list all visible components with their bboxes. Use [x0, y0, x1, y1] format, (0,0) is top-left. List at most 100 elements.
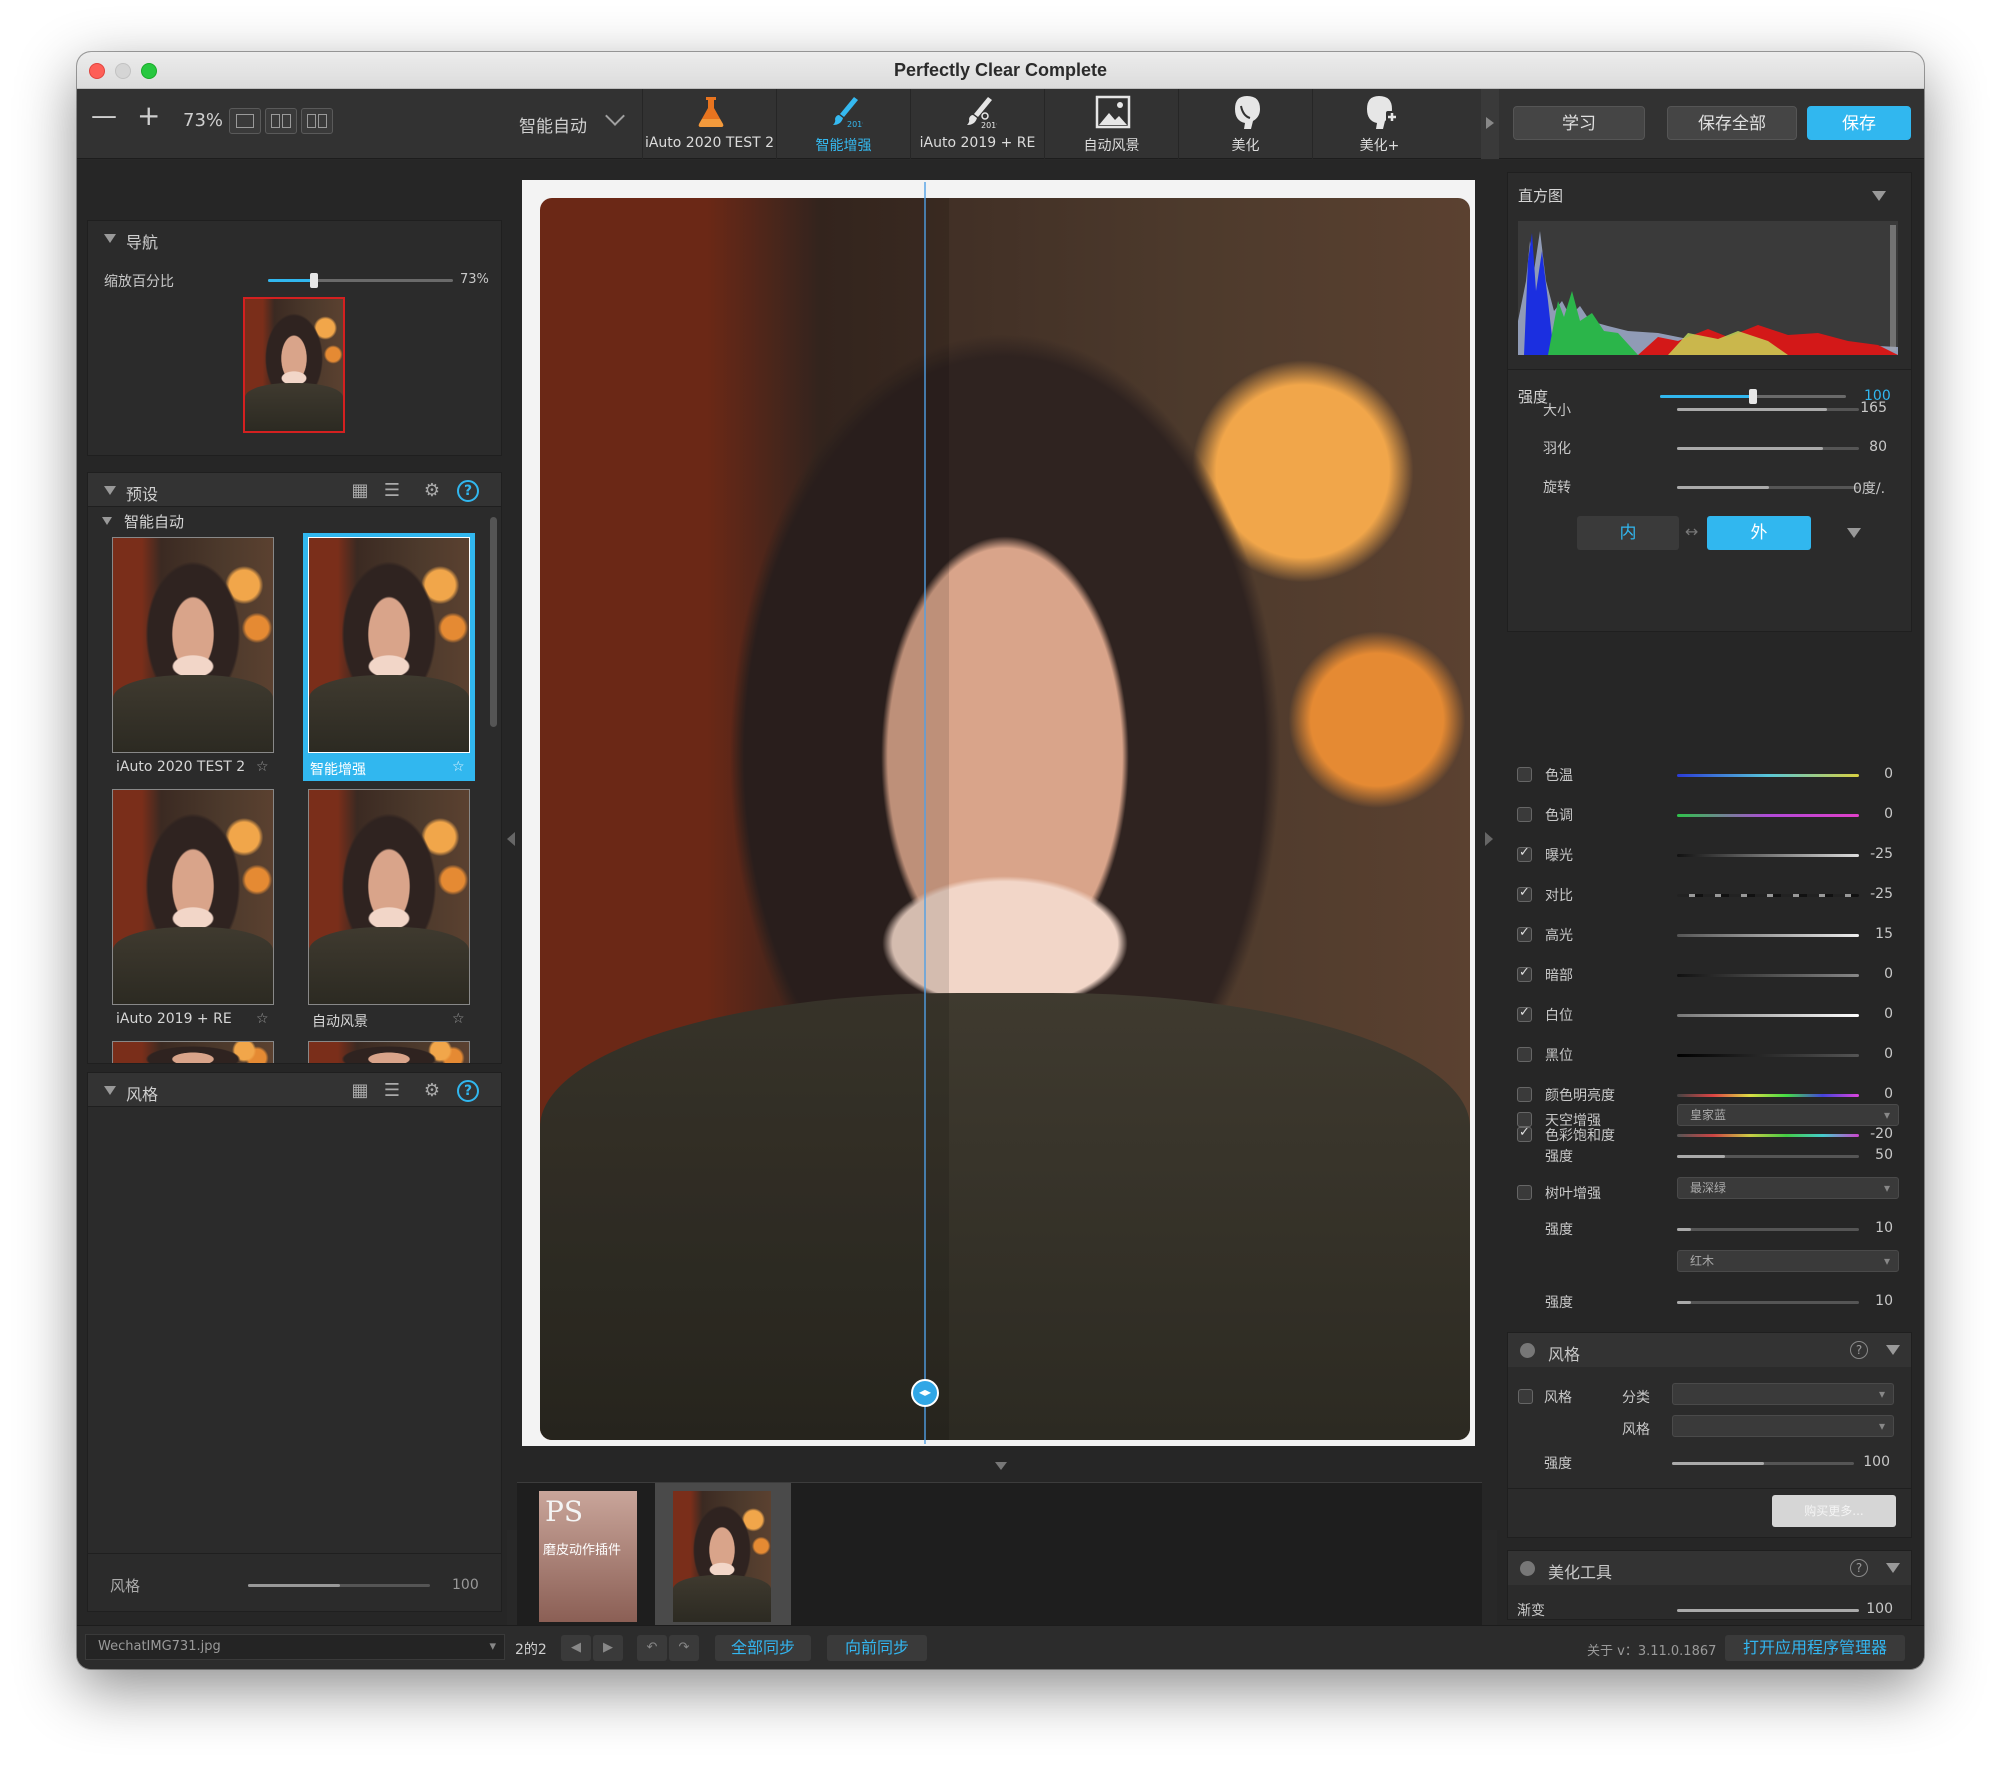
gear-icon[interactable]: ⚙: [421, 1080, 443, 1102]
star-icon[interactable]: ☆: [452, 759, 465, 775]
open-app-manager-button[interactable]: 打开应用程序管理器: [1725, 1635, 1905, 1661]
right-panel: 直方图 强度 100 大小 165 羽化 80 旋转 0度/. 内 ↔ 外 色温…: [1497, 160, 1924, 1625]
star-icon[interactable]: ☆: [452, 1011, 465, 1027]
film-thumb-1[interactable]: PS 磨皮动作插件: [539, 1491, 637, 1622]
presets-scrollbar[interactable]: [490, 517, 497, 727]
collapse-triangle-icon: [104, 234, 116, 243]
save-all-button[interactable]: 保存全部: [1667, 106, 1797, 140]
section-toggle-dot[interactable]: [1520, 1561, 1535, 1576]
left-panel: 导航 缩放百分比 73% 预设 ▦ ☰ ⚙ ? 智能自动 iAuto 2020 …: [77, 160, 507, 1625]
tool-smart-enhance[interactable]: 2019 智能增强: [776, 89, 910, 159]
foliage-strength-slider[interactable]: [1677, 1228, 1859, 1231]
sky-strength-slider[interactable]: [1677, 1155, 1859, 1158]
list-view-icon[interactable]: ☰: [381, 1080, 403, 1102]
style-category-select[interactable]: [1672, 1383, 1894, 1405]
toolbar: — + 73% 智能自动 iAuto 2020 TEST 2 2019 智能增强: [77, 89, 1924, 159]
star-icon[interactable]: ☆: [256, 1011, 269, 1027]
gear-icon[interactable]: ⚙: [421, 480, 443, 502]
presets-section: 预设 ▦ ☰ ⚙ ? 智能自动 iAuto 2020 TEST 2 ☆ 智能增强…: [87, 472, 502, 1064]
style-name-select[interactable]: [1672, 1415, 1894, 1437]
side-by-side-view-button[interactable]: [301, 108, 333, 134]
navigator-thumbnail[interactable]: [243, 297, 345, 433]
app-window: Perfectly Clear Complete — + 73% 智能自动 iA…: [77, 52, 1924, 1669]
preset-thumb-smart-enhance[interactable]: [308, 537, 470, 753]
preset-dropdown[interactable]: 智能自动: [519, 112, 587, 137]
presets-title: 预设: [126, 485, 159, 504]
side-by-side-icon: [318, 114, 327, 128]
collapse-right-panel-arrow[interactable]: [1485, 832, 1493, 846]
collapse-toolbar-button[interactable]: [1481, 89, 1499, 159]
navigation-header[interactable]: 导航: [88, 221, 501, 255]
tool-iauto-2019-re[interactable]: 2019 iAuto 2019 + RE: [910, 89, 1044, 159]
sky-strength-label: 强度: [1545, 1149, 1573, 1165]
preset-label: iAuto 2019 + RE: [116, 1011, 232, 1027]
sync-forward-button[interactable]: 向前同步: [827, 1635, 927, 1661]
sky-enhance-checkbox[interactable]: [1517, 1112, 1532, 1127]
sky-color-select[interactable]: 皇家蓝: [1677, 1104, 1899, 1126]
redo-icon[interactable]: ↷: [669, 1635, 699, 1661]
buy-more-button[interactable]: 购买更多...: [1772, 1495, 1896, 1527]
split-view-icon: [282, 114, 291, 128]
style-strength-slider[interactable]: [248, 1584, 430, 1587]
save-button[interactable]: 保存: [1807, 106, 1911, 140]
style-section-strength-slider[interactable]: [1672, 1462, 1854, 1465]
flask-icon: [698, 97, 724, 127]
tool-label: iAuto 2019 + RE: [919, 135, 1036, 151]
tool-iauto-2020[interactable]: iAuto 2020 TEST 2: [642, 89, 776, 159]
zoom-value: 73%: [460, 272, 489, 287]
compare-handle-icon[interactable]: ◂▸: [911, 1379, 939, 1407]
zoom-in-button[interactable]: +: [137, 99, 160, 132]
zoom-slider[interactable]: [268, 273, 453, 288]
help-icon[interactable]: ?: [457, 480, 479, 502]
help-icon[interactable]: ?: [457, 1080, 479, 1102]
help-icon[interactable]: ?: [1850, 1341, 1868, 1359]
zoom-slider-knob[interactable]: [310, 273, 319, 288]
style-section-strength-value: 100: [1863, 1454, 1890, 1470]
filmstrip: PS 磨皮动作插件: [517, 1482, 1482, 1632]
title-bar: Perfectly Clear Complete: [77, 52, 1924, 89]
foliage-color-select[interactable]: 最深绿: [1677, 1177, 1899, 1199]
styles-header[interactable]: 风格 ▦ ☰ ⚙ ?: [88, 1073, 501, 1107]
undo-icon[interactable]: ↶: [637, 1635, 667, 1661]
grid-view-icon[interactable]: ▦: [349, 480, 371, 502]
collapse-left-panel-arrow[interactable]: [507, 832, 515, 846]
beauty-tools-title: 美化工具: [1548, 1563, 1613, 1582]
list-view-icon[interactable]: ☰: [381, 480, 403, 502]
foliage-enhance-checkbox[interactable]: [1517, 1185, 1532, 1200]
film-thumb-2[interactable]: [673, 1491, 771, 1622]
main-photo[interactable]: [540, 198, 1470, 1440]
style-strength-label: 强度: [1544, 1456, 1572, 1472]
group-triangle-icon[interactable]: [102, 517, 112, 525]
preset-thumb-auto-landscape[interactable]: [308, 789, 470, 1005]
sync-all-button[interactable]: 全部同步: [715, 1635, 811, 1661]
tool-beautify-plus[interactable]: 美化+: [1312, 89, 1446, 159]
next-image-icon[interactable]: ▶: [593, 1635, 623, 1661]
collapse-filmstrip-arrow[interactable]: [995, 1462, 1007, 1470]
split-view-button[interactable]: [265, 108, 297, 134]
preset-thumb-partial[interactable]: [308, 1041, 470, 1063]
collapse-triangle-icon[interactable]: [1886, 1563, 1900, 1573]
style-checkbox[interactable]: [1518, 1389, 1533, 1404]
tool-auto-landscape[interactable]: 自动风景: [1044, 89, 1178, 159]
preset-thumb-partial[interactable]: [112, 1041, 274, 1063]
zoom-out-button[interactable]: —: [91, 101, 117, 131]
wood-strength-slider[interactable]: [1677, 1301, 1859, 1304]
sky-enhance-label: 天空增强: [1545, 1113, 1601, 1129]
learn-button[interactable]: 学习: [1513, 106, 1645, 140]
file-select[interactable]: WechatIMG731.jpg: [85, 1634, 505, 1660]
collapse-triangle-icon[interactable]: [1886, 1345, 1900, 1355]
prev-image-icon[interactable]: ◀: [561, 1635, 591, 1661]
face-icon: [1235, 96, 1260, 129]
grid-view-icon[interactable]: ▦: [349, 1080, 371, 1102]
section-toggle-dot[interactable]: [1520, 1343, 1535, 1358]
compare-divider[interactable]: [924, 182, 926, 1444]
wood-color-select[interactable]: 红木: [1677, 1250, 1899, 1272]
preset-thumb-iauto-2019[interactable]: [112, 789, 274, 1005]
tool-beautify[interactable]: 美化: [1178, 89, 1312, 159]
single-view-button[interactable]: [229, 108, 261, 134]
star-icon[interactable]: ☆: [256, 759, 269, 775]
presets-header[interactable]: 预设 ▦ ☰ ⚙ ?: [88, 473, 501, 507]
preset-thumb-iauto-2020[interactable]: [112, 537, 274, 753]
help-icon[interactable]: ?: [1850, 1559, 1868, 1577]
gradient-slider[interactable]: [1677, 1609, 1859, 1612]
